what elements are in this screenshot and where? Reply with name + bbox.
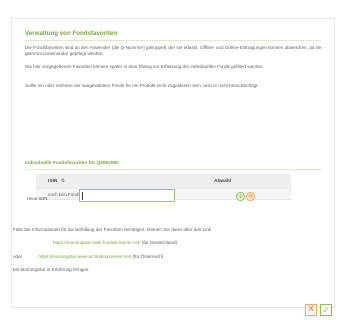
link-at-suffix: (für Österreich) [132,254,164,259]
subheading-divider [25,169,321,170]
isin-column-label: ISIN [48,179,58,184]
close-icon: ✕ [306,304,316,315]
favorites-dialog: Verwaltung von Fondsfavoriten Die Fondsf… [11,18,335,308]
new-isin-input[interactable] [79,189,175,202]
favorites-subheading: Individuelle Fondsfavoriten für Q5992590 [25,161,119,166]
intro-paragraph-2: Die hier vorgegebenen Favoriten können s… [25,64,264,69]
closing-text: bei MorningStar in Erfahrung bringen. [13,267,90,272]
table-header: ISIN ⇅ Abwahl [36,174,291,189]
sort-icon[interactable]: ⇅ [61,179,65,184]
isin-column-header[interactable]: ISIN ⇅ [48,179,65,184]
info-text: Falls Sie Informationen für die Befüllun… [13,227,212,232]
new-isin-label: neue ISIN [27,196,48,201]
link-de-suffix: (für Deutschland) [141,240,178,245]
morningstar-at-link[interactable]: https://morningstar-wwk-at.fondsscreener… [38,254,131,259]
text-cursor [82,192,83,200]
cancel-button[interactable]: ✕ [305,304,317,316]
link-row-de: https://morningstar-wwk.fondsscreener.ne… [53,240,177,245]
link-row-at: oder https://morningstar-wwk-at.fondsscr… [13,254,163,259]
intro-paragraph-1: Die Fondsfavoriten sind an den Anwender … [25,45,322,57]
intro-paragraph-3: Sollte ein oder mehrere der ausgewählten… [25,83,259,88]
morningstar-de-link[interactable]: https://morningstar-wwk.fondsscreener.ne… [53,240,141,245]
oder-label: oder [13,254,23,259]
clear-isin-button[interactable]: ⊗ [246,192,255,201]
add-isin-button[interactable]: ⊕ [236,192,245,201]
abwahl-column-header: Abwahl [214,179,232,184]
remove-icon: ⊗ [247,193,254,200]
add-icon: ⊕ [237,193,244,200]
check-icon: ✓ [322,304,330,315]
title-divider [25,40,321,41]
ok-button[interactable]: ✓ [320,304,332,316]
dialog-title: Verwaltung von Fondsfavoriten [25,30,118,37]
